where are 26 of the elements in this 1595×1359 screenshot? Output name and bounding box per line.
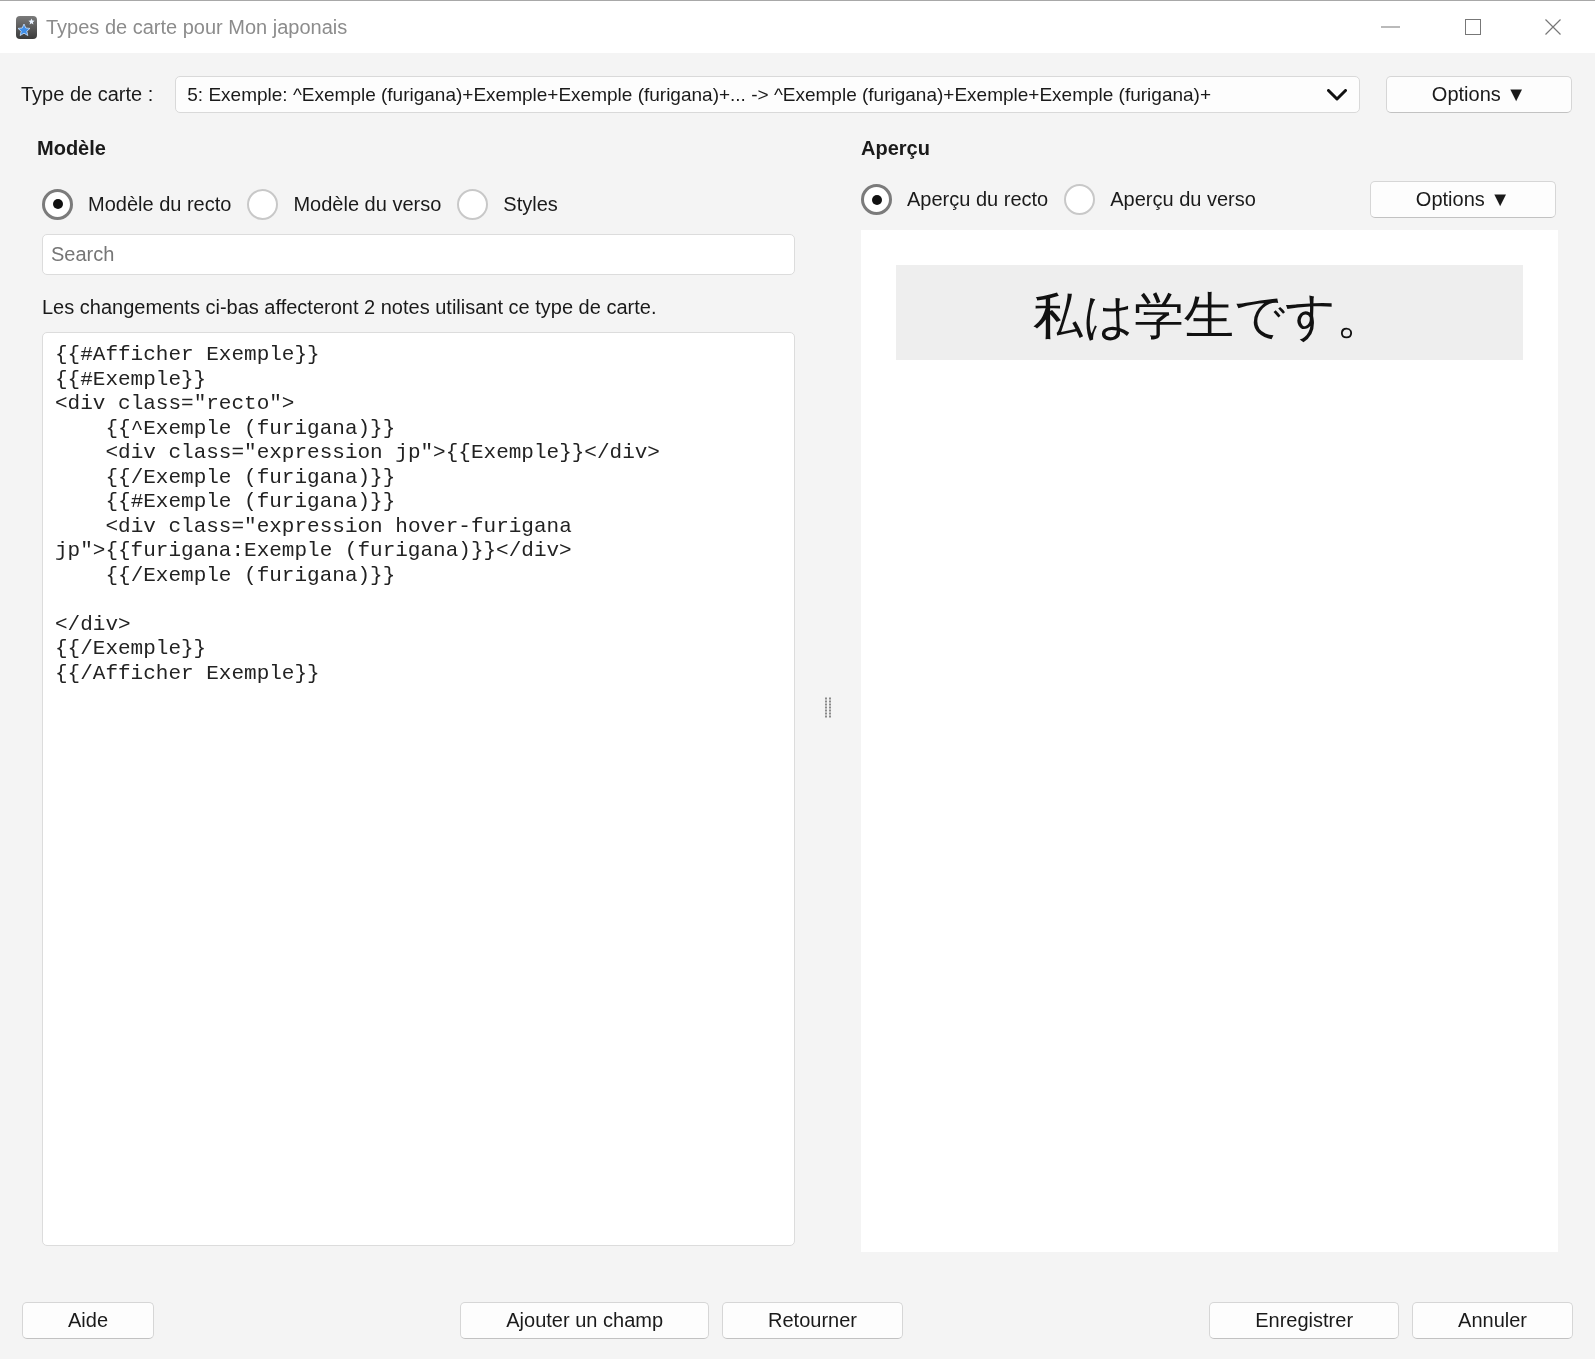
maximize-icon[interactable] xyxy=(1465,19,1481,35)
window-title: Types de carte pour Mon japonais xyxy=(46,15,348,39)
star-tile-icon xyxy=(16,15,37,39)
section-heading: Modèle xyxy=(37,136,107,161)
dialog-button[interactable]: Retourner xyxy=(722,1302,903,1339)
dialog-button[interactable]: Annuler xyxy=(1412,1302,1573,1339)
card-type-dropdown[interactable]: 5: Exemple: ^Exemple (furigana)+Exemple+Exemple (furigana)+... -> ^Exemple (furigana)+Exemple+Exemple (furigana)+ xyxy=(175,76,1360,113)
card-preview: 私は学生です。 xyxy=(896,265,1523,360)
notice-text: Les changements ci-bas affecteront 2 notes utilisant ce type de carte. xyxy=(42,295,658,320)
dialog-button[interactable]: Enregistrer xyxy=(1209,1302,1400,1339)
card-type-label: Type de carte : xyxy=(21,83,154,106)
template-editor[interactable]: {{#Afficher Exemple}} {{#Exemple}} <div class="recto"> {{^Exemple (furigana)}} <div class="expression jp">{{Exemple}}</div> {{/Exemple (furigana)}} {{#Exemple (furigana)}} <div class="expression hover-furigana jp">{{furigana:Exemple (furigana)}}</div> {{/Exemple (furigana)}} </div> {{/Exemple}} {{/Afficher Exemple}} xyxy=(42,332,795,1246)
radio-option[interactable]: Aperçu du recto xyxy=(861,184,1049,215)
chevron-down-icon xyxy=(1327,88,1347,101)
radio-option[interactable]: Aperçu du verso xyxy=(1064,184,1256,215)
radio-option[interactable]: Modèle du verso xyxy=(247,188,442,220)
search-field[interactable]: Search xyxy=(42,234,795,275)
dialog-button[interactable]: Options ▼ xyxy=(1386,76,1572,113)
dialog-button[interactable]: Options ▼ xyxy=(1370,181,1556,218)
splitter-grip-icon[interactable] xyxy=(825,697,831,719)
radio-option[interactable]: Modèle du recto xyxy=(42,188,232,220)
close-icon[interactable] xyxy=(1545,19,1561,35)
dialog-button[interactable]: Aide xyxy=(22,1302,155,1339)
dialog-button[interactable]: Ajouter un champ xyxy=(460,1302,710,1339)
section-heading: Aperçu xyxy=(861,136,931,161)
radio-option[interactable]: Styles xyxy=(457,188,558,220)
